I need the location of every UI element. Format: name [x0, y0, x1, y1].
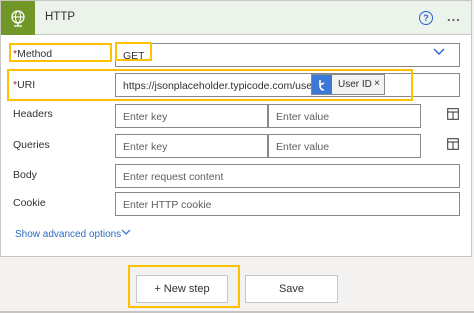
- card-header[interactable]: HTTP ? ...: [1, 1, 471, 35]
- variable-icon: [312, 75, 332, 94]
- uri-label: *URI: [13, 79, 36, 91]
- queries-key-input[interactable]: Enter key: [115, 134, 268, 158]
- card-title: HTTP: [45, 11, 76, 23]
- headers-value-placeholder: Enter value: [276, 111, 330, 123]
- globe-icon: [1, 1, 35, 35]
- chevron-down-icon[interactable]: [121, 229, 131, 236]
- method-value: GET: [123, 50, 145, 62]
- queries-key-placeholder: Enter key: [123, 141, 168, 153]
- body-placeholder: Enter request content: [123, 171, 224, 183]
- more-options-icon[interactable]: ...: [447, 9, 461, 24]
- save-button[interactable]: Save: [245, 275, 338, 303]
- chevron-down-icon[interactable]: [433, 48, 445, 56]
- queries-value-input[interactable]: Enter value: [268, 134, 421, 158]
- switch-to-text-icon[interactable]: [447, 138, 459, 150]
- cookie-placeholder: Enter HTTP cookie: [123, 199, 212, 211]
- show-advanced-options-link[interactable]: Show advanced options: [15, 229, 121, 240]
- body-label: Body: [13, 169, 37, 181]
- uri-input[interactable]: https://jsonplaceholder.typicode.com/use…: [115, 73, 460, 97]
- headers-key-placeholder: Enter key: [123, 111, 168, 123]
- queries-value-placeholder: Enter value: [276, 141, 330, 153]
- headers-label: Headers: [13, 108, 53, 120]
- cookie-label: Cookie: [13, 197, 46, 209]
- user-id-token[interactable]: User ID ×: [311, 74, 385, 95]
- close-icon[interactable]: ×: [374, 78, 380, 89]
- method-label: *Method: [13, 48, 53, 60]
- method-select[interactable]: GET: [115, 43, 460, 67]
- token-label: User ID: [338, 79, 372, 90]
- cookie-input[interactable]: Enter HTTP cookie: [115, 192, 460, 216]
- http-action-card: HTTP ? ... *Method GET *URI https://json…: [0, 0, 472, 257]
- queries-label: Queries: [13, 139, 50, 151]
- help-icon[interactable]: ?: [419, 11, 433, 25]
- headers-key-input[interactable]: Enter key: [115, 104, 268, 128]
- new-step-button[interactable]: + New step: [136, 275, 228, 303]
- uri-value: https://jsonplaceholder.typicode.com/use…: [123, 80, 324, 92]
- body-input[interactable]: Enter request content: [115, 164, 460, 188]
- headers-value-input[interactable]: Enter value: [268, 104, 421, 128]
- switch-to-text-icon[interactable]: [447, 108, 459, 120]
